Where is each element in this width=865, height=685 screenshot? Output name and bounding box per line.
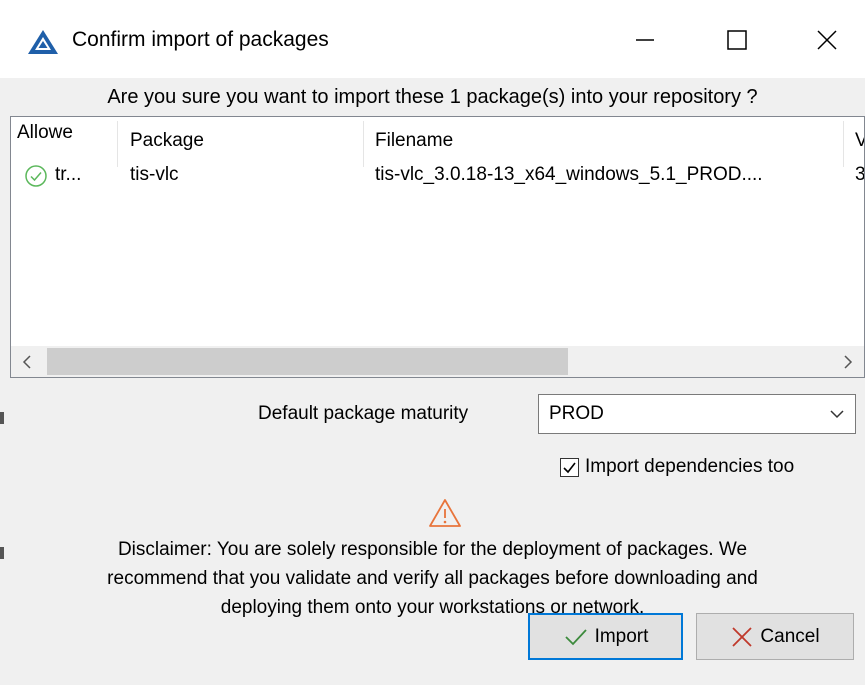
maximize-icon bbox=[727, 30, 747, 50]
chevron-down-icon bbox=[830, 410, 844, 419]
cell-package: tis-vlc bbox=[130, 164, 179, 185]
horizontal-scrollbar[interactable] bbox=[11, 346, 864, 377]
import-dialog: Confirm import of packages Are you sure … bbox=[0, 0, 865, 685]
scroll-left-button[interactable] bbox=[11, 346, 43, 377]
column-header-allowed[interactable]: Allowe bbox=[17, 117, 73, 159]
edge-marker bbox=[0, 412, 4, 424]
close-icon bbox=[817, 30, 837, 50]
cancel-button-label: Cancel bbox=[760, 625, 820, 647]
checkmark-icon bbox=[563, 462, 576, 473]
minimize-icon bbox=[636, 39, 654, 41]
cell-version: 3 bbox=[855, 164, 865, 185]
maturity-value: PROD bbox=[549, 403, 604, 424]
close-button[interactable] bbox=[800, 12, 854, 68]
app-logo-icon bbox=[28, 30, 58, 54]
column-separator[interactable] bbox=[843, 121, 844, 167]
import-button[interactable]: Import bbox=[528, 613, 683, 660]
confirm-question: Are you sure you want to import these 1 … bbox=[107, 86, 758, 108]
disclaimer-line: Disclaimer: You are solely responsible f… bbox=[117, 539, 748, 560]
check-circle-icon bbox=[25, 165, 47, 187]
chevron-right-icon bbox=[844, 354, 853, 369]
title-bar: Confirm import of packages bbox=[0, 0, 865, 78]
checkbox-box[interactable] bbox=[560, 457, 579, 477]
maximize-button[interactable] bbox=[710, 12, 764, 68]
import-button-label: Import bbox=[594, 625, 649, 647]
import-dependencies-label: Import dependencies too bbox=[585, 456, 795, 477]
package-table[interactable]: Allowe Package Filename V tr... tis-vlc … bbox=[10, 116, 865, 378]
window-title: Confirm import of packages bbox=[72, 28, 329, 51]
maturity-select[interactable]: PROD bbox=[538, 394, 856, 434]
column-separator[interactable] bbox=[363, 121, 364, 167]
column-separator[interactable] bbox=[117, 121, 118, 167]
import-dependencies-checkbox[interactable]: Import dependencies too bbox=[560, 453, 794, 481]
scroll-right-button[interactable] bbox=[832, 346, 864, 377]
scrollbar-thumb[interactable] bbox=[47, 348, 568, 375]
cell-filename: tis-vlc_3.0.18-13_x64_windows_5.1_PROD..… bbox=[375, 164, 763, 185]
minimize-button[interactable] bbox=[618, 12, 672, 68]
disclaimer-line: recommend that you validate and verify a… bbox=[107, 568, 758, 589]
cancel-button[interactable]: Cancel bbox=[696, 613, 854, 660]
disclaimer-text: Disclaimer: You are solely responsible f… bbox=[0, 535, 865, 622]
checkmark-icon bbox=[564, 628, 587, 645]
maturity-label: Default package maturity bbox=[258, 403, 469, 424]
cell-allowed: tr... bbox=[55, 164, 82, 185]
close-icon bbox=[732, 626, 753, 647]
chevron-left-icon bbox=[22, 354, 31, 369]
warning-icon bbox=[429, 499, 461, 527]
